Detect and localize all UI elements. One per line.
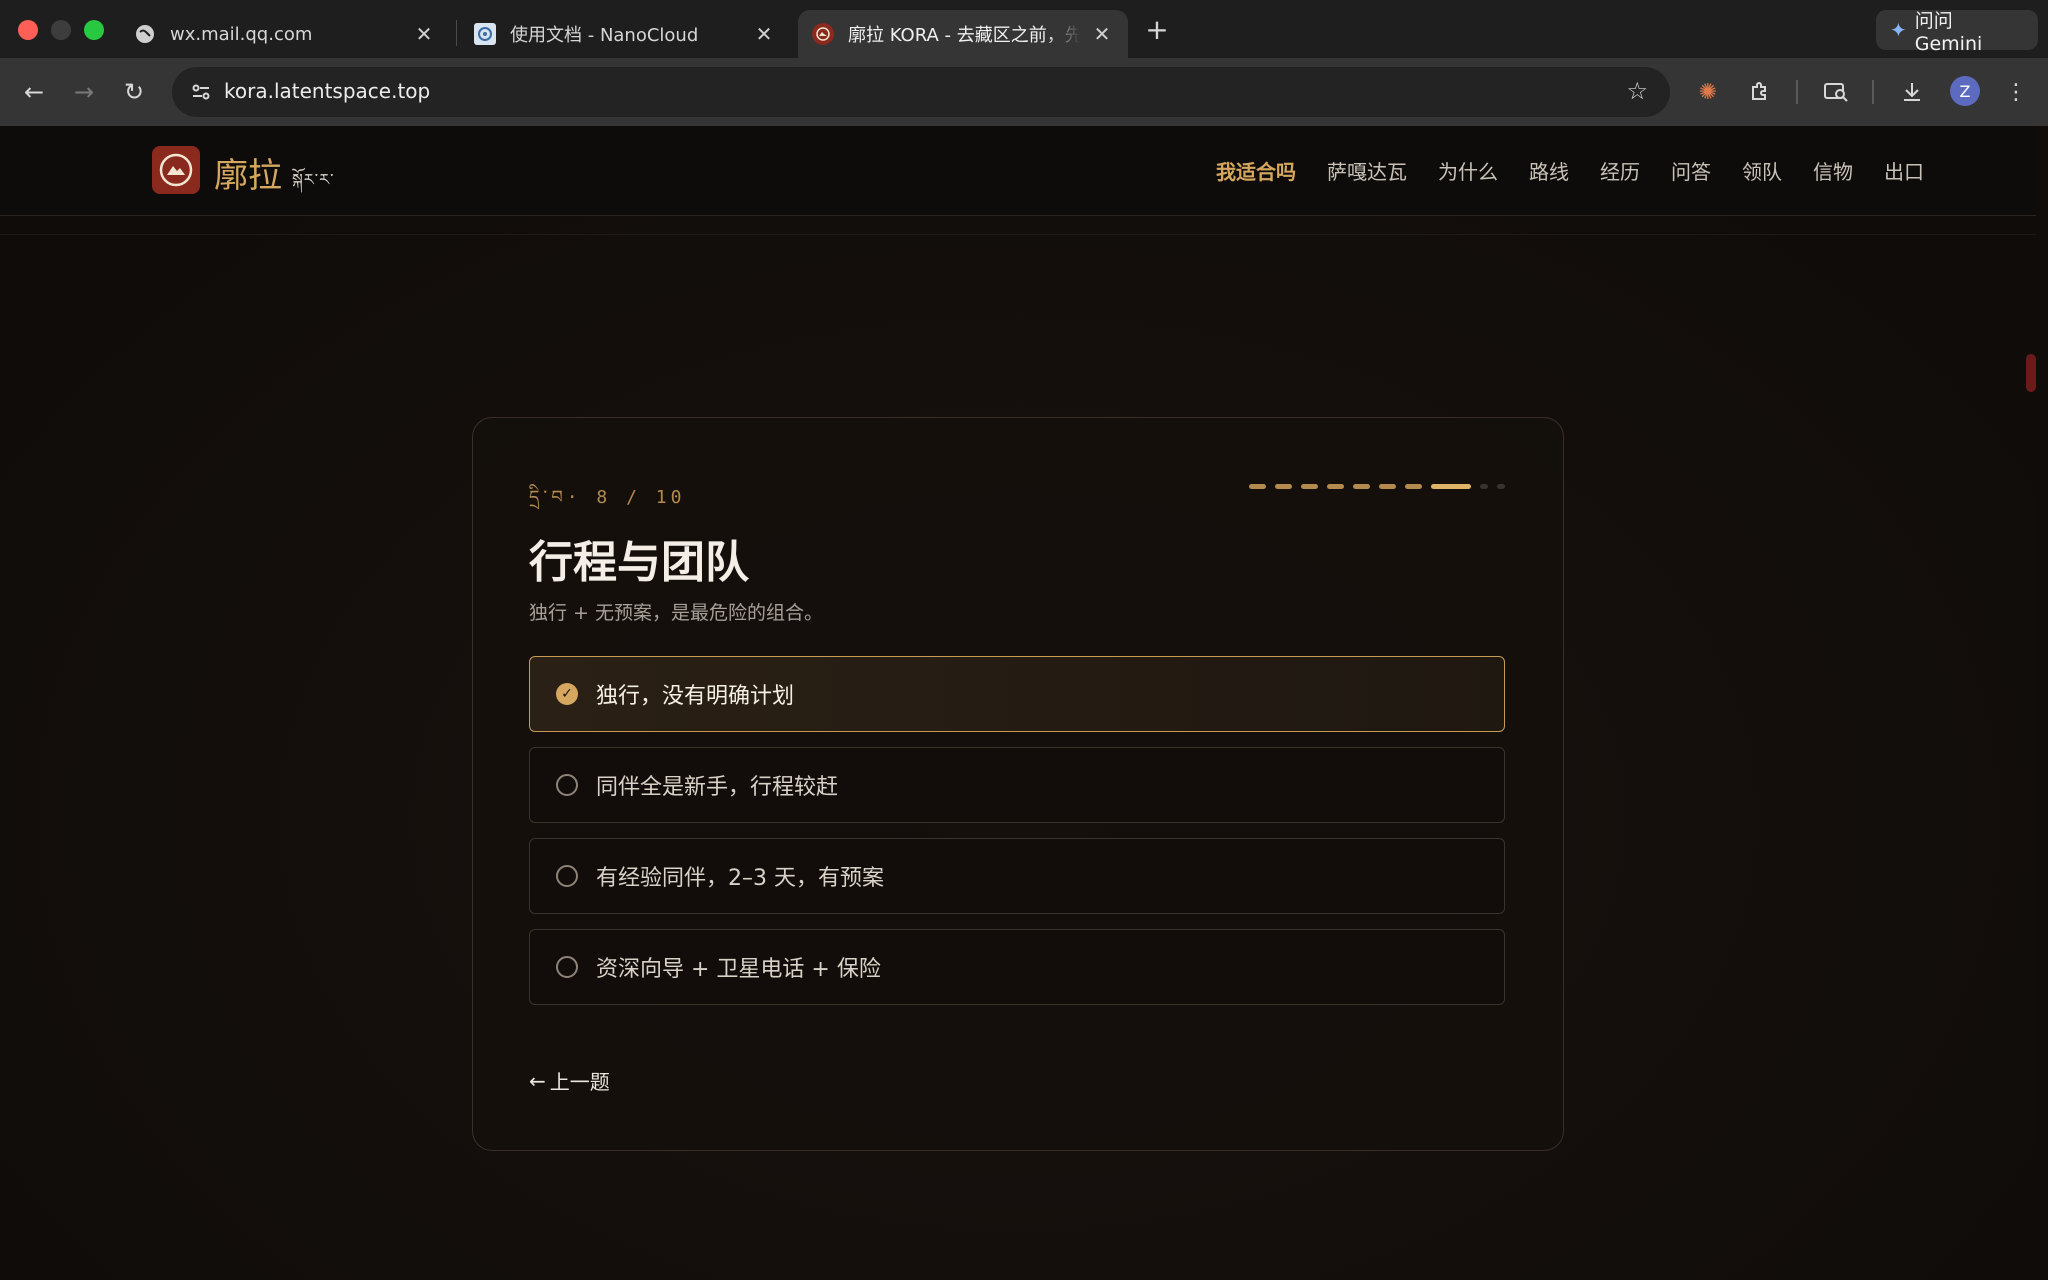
nav-item-suitable[interactable]: 我适合吗	[1216, 156, 1296, 185]
nav-item-saga-dawa[interactable]: 萨嘎达瓦	[1327, 156, 1407, 185]
previous-label: 上一题	[549, 1070, 610, 1094]
maximize-window-button[interactable]	[84, 20, 104, 40]
previous-question-button[interactable]: ← 上一题	[529, 1066, 610, 1095]
checkmark-icon: ✓	[556, 683, 578, 705]
progress-dash	[1249, 484, 1266, 489]
progress-dash	[1353, 484, 1370, 489]
kora-logo-icon[interactable]	[152, 146, 200, 194]
quiz-card: དྲི་བ· 8 / 10 行程与团队 独行 + 无预案，是最危险的组合。 ✓ …	[472, 417, 1564, 1151]
radio-empty-icon	[556, 865, 578, 887]
nav-item-routes[interactable]: 路线	[1529, 156, 1569, 185]
option-experienced-companions[interactable]: 有经验同伴，2–3 天，有预案	[529, 838, 1505, 914]
gemini-label: 问问 Gemini	[1914, 9, 1983, 55]
header-divider	[0, 234, 2036, 235]
progress-dash	[1480, 484, 1488, 489]
site-settings-icon[interactable]	[186, 77, 216, 107]
scrollbar-thumb[interactable]	[2026, 354, 2036, 392]
close-tab-icon[interactable]: ✕	[752, 22, 776, 46]
minimize-window-button[interactable]	[51, 20, 71, 40]
progress-dash	[1497, 484, 1505, 489]
progress-dash	[1327, 484, 1344, 489]
browser-tab-bar: wx.mail.qq.com ✕ 使用文档 - NanoCloud ✕ 廓拉 K…	[0, 0, 2048, 58]
progress-dash	[1379, 484, 1396, 489]
more-menu-icon[interactable]: ⋮	[1998, 74, 2034, 110]
logo-text[interactable]: 廓拉	[214, 148, 282, 197]
browser-tab-mail[interactable]: wx.mail.qq.com ✕	[120, 10, 450, 58]
gemini-spark-icon: ✦	[1890, 18, 1907, 42]
forward-arrow-icon[interactable]: →	[64, 72, 104, 112]
bookmark-star-icon[interactable]: ☆	[1626, 77, 1648, 105]
nanocloud-favicon-icon	[474, 23, 496, 45]
progress-dash	[1301, 484, 1318, 489]
kora-favicon-icon	[812, 23, 834, 45]
page-content: 廓拉 སྐོར་ར་ 我适合吗 萨嘎达瓦 为什么 路线 经历 问答 领队 信物 …	[0, 126, 2036, 1280]
reload-icon[interactable]: ↻	[114, 72, 154, 112]
address-bar[interactable]: kora.latentspace.top ☆	[172, 67, 1670, 117]
nav-item-experience[interactable]: 经历	[1600, 156, 1640, 185]
back-arrow-icon[interactable]: ←	[14, 72, 54, 112]
profile-avatar[interactable]: Z	[1950, 76, 1980, 106]
question-title: 行程与团队	[529, 537, 749, 588]
step-indicator: དྲི་བ· 8 / 10	[529, 487, 686, 508]
browser-tab-kora-active[interactable]: 廓拉 KORA - 去藏区之前，先学会在风里抉择 ✕	[798, 10, 1128, 58]
question-subtitle: 独行 + 无预案，是最危险的组合。	[529, 602, 823, 624]
nav-item-faq[interactable]: 问答	[1671, 156, 1711, 185]
nav-item-token[interactable]: 信物	[1813, 156, 1853, 185]
download-icon[interactable]	[1894, 74, 1930, 110]
ask-gemini-button[interactable]: ✦ 问问 Gemini	[1876, 10, 2038, 55]
tab-search-icon[interactable]	[1818, 74, 1854, 110]
radio-empty-icon	[556, 774, 578, 796]
main-nav: 我适合吗 萨嘎达瓦 为什么 路线 经历 问答 领队 信物 出口	[1216, 156, 1924, 185]
option-label: 同伴全是新手，行程较赶	[596, 775, 839, 800]
browser-toolbar: ← → ↻ kora.latentspace.top ☆ ✺ Z ⋮	[0, 58, 2048, 126]
nav-item-leader[interactable]: 领队	[1742, 156, 1782, 185]
option-solo-no-plan[interactable]: ✓ 独行，没有明确计划	[529, 656, 1505, 732]
site-header: 廓拉 སྐོར་ར་ 我适合吗 萨嘎达瓦 为什么 路线 经历 问答 领队 信物 …	[0, 126, 2036, 216]
option-guide-sat-phone[interactable]: 资深向导 + 卫星电话 + 保险	[529, 929, 1505, 1005]
tab-title: 廓拉 KORA - 去藏区之前，先学会在风里抉择	[848, 25, 1080, 46]
close-tab-icon[interactable]: ✕	[412, 22, 436, 46]
nav-item-why[interactable]: 为什么	[1438, 156, 1498, 185]
left-arrow-icon: ←	[529, 1068, 546, 1093]
progress-dashes	[1249, 484, 1505, 489]
radio-empty-icon	[556, 956, 578, 978]
option-novice-companions[interactable]: 同伴全是新手，行程较赶	[529, 747, 1505, 823]
progress-dash	[1405, 484, 1422, 489]
claude-extension-icon[interactable]: ✺	[1690, 74, 1726, 110]
globe-icon	[134, 23, 156, 45]
close-window-button[interactable]	[18, 20, 38, 40]
nav-item-exit[interactable]: 出口	[1884, 156, 1924, 185]
option-label: 独行，没有明确计划	[596, 684, 795, 709]
option-label: 资深向导 + 卫星电话 + 保险	[596, 957, 881, 982]
option-label: 有经验同伴，2–3 天，有预案	[596, 866, 884, 891]
progress-dash	[1275, 484, 1292, 489]
tab-title: wx.mail.qq.com	[170, 23, 313, 45]
tab-title: 使用文档 - NanoCloud	[510, 25, 699, 46]
url-text: kora.latentspace.top	[224, 79, 431, 103]
browser-tab-nanocloud[interactable]: 使用文档 - NanoCloud ✕	[460, 10, 790, 58]
close-tab-icon[interactable]: ✕	[1090, 22, 1114, 46]
progress-dash	[1431, 484, 1471, 489]
logo-tibetan-text: སྐོར་ར་	[292, 170, 335, 189]
new-tab-button[interactable]: +	[1142, 13, 1172, 46]
extensions-puzzle-icon[interactable]	[1742, 74, 1778, 110]
